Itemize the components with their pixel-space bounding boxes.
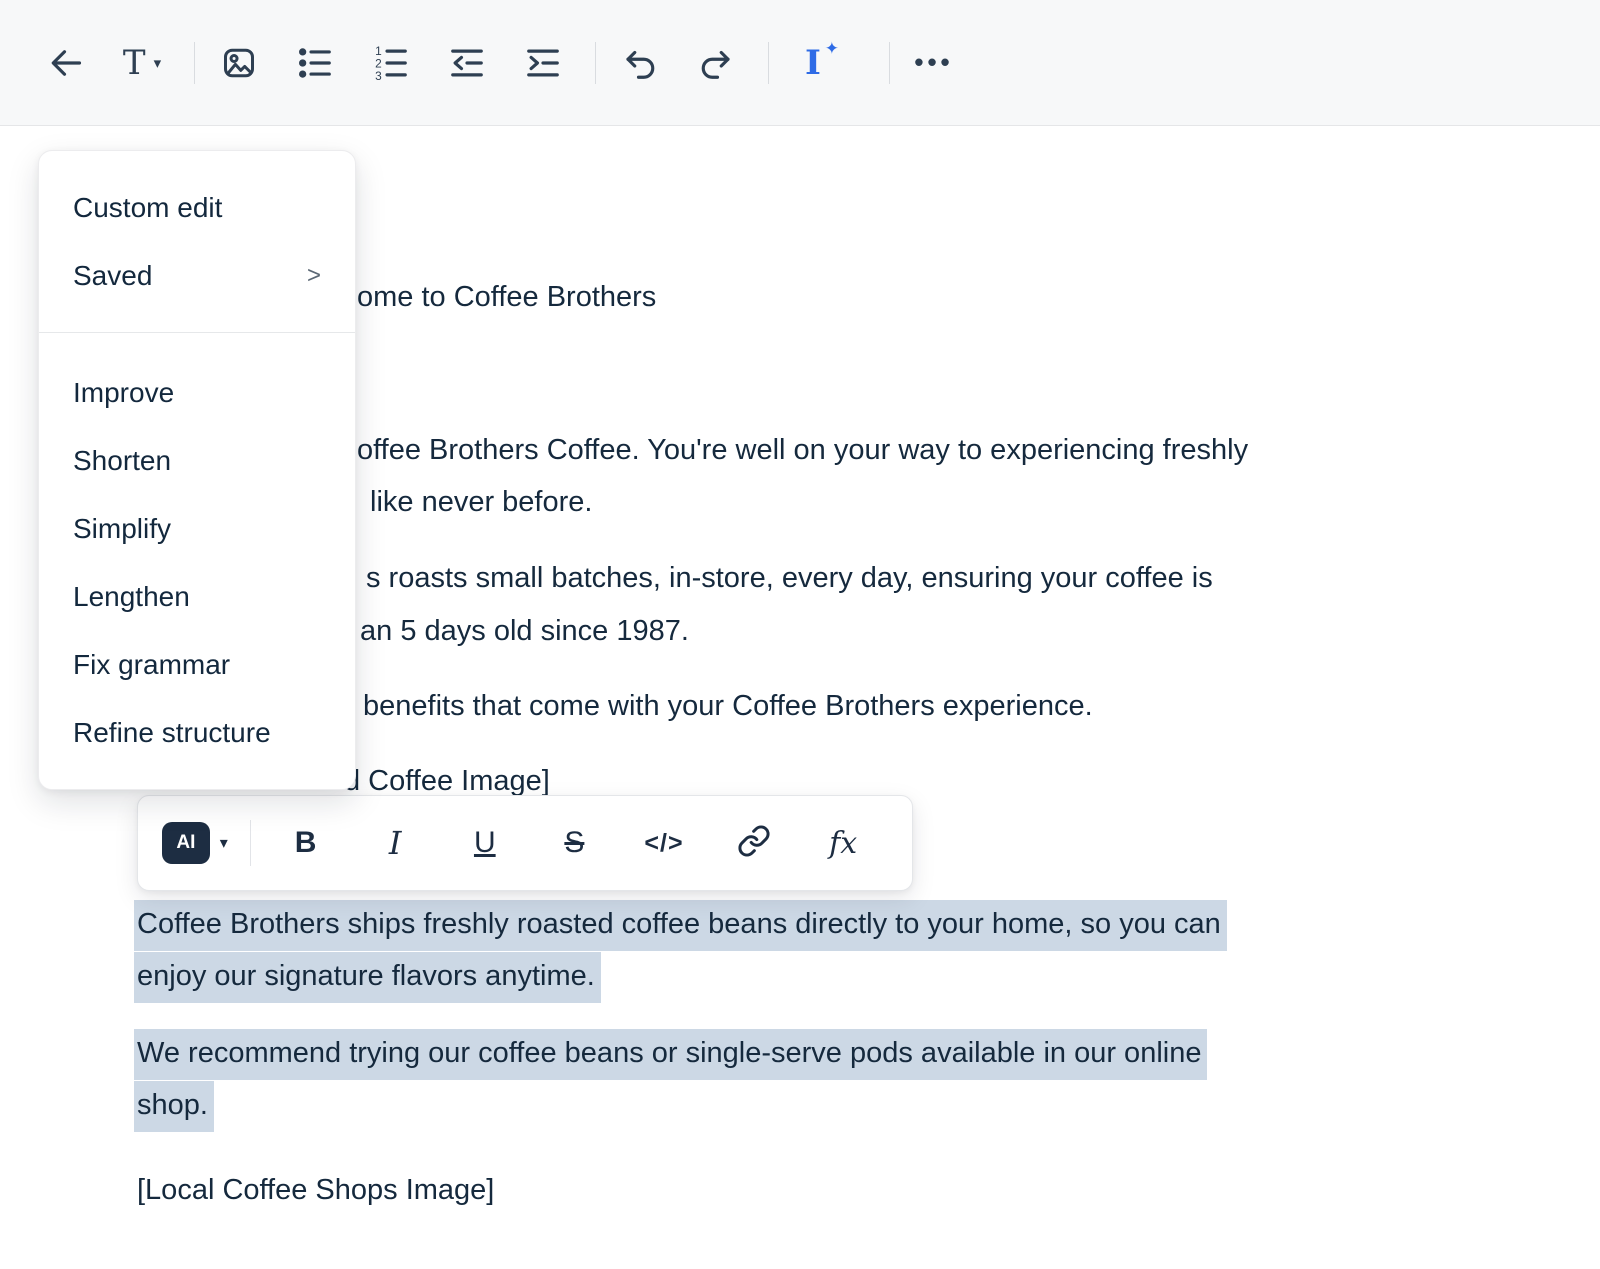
- selected-text-line: enjoy our signature flavors anytime.: [134, 956, 601, 996]
- doc-heading-fragment: ome to Coffee Brothers: [357, 277, 656, 317]
- selection-highlight: shop.: [134, 1081, 214, 1132]
- selected-text-line: shop.: [134, 1085, 214, 1125]
- text-style-button[interactable]: T ▾: [116, 33, 168, 93]
- image-icon: [221, 45, 257, 81]
- chevron-down-icon: ▾: [154, 54, 162, 72]
- formula-button[interactable]: fx: [798, 813, 888, 873]
- menu-item-refine-structure[interactable]: Refine structure: [39, 699, 355, 767]
- ai-menu-button[interactable]: AI: [162, 822, 210, 864]
- format-divider: [250, 820, 251, 866]
- menu-item-shorten[interactable]: Shorten: [39, 427, 355, 495]
- redo-icon: [698, 45, 734, 81]
- numbered-list-button[interactable]: 1 2 3: [365, 33, 417, 93]
- ai-compose-icon: I✦: [805, 43, 821, 83]
- italic-button[interactable]: I: [350, 813, 440, 873]
- chevron-down-icon[interactable]: ▾: [220, 833, 228, 853]
- ellipsis-icon: •••: [914, 47, 953, 78]
- menu-item-simplify[interactable]: Simplify: [39, 495, 355, 563]
- outdent-button[interactable]: [441, 33, 493, 93]
- strikethrough-button[interactable]: S: [530, 813, 620, 873]
- top-toolbar: T ▾ 1: [0, 0, 1600, 126]
- doc-line-fragment: benefits that come with your Coffee Brot…: [363, 686, 1093, 726]
- toolbar-divider: [889, 42, 890, 84]
- underline-button[interactable]: U: [440, 813, 530, 873]
- more-options-button[interactable]: •••: [908, 33, 960, 93]
- format-toolbar: AI ▾ B I U S </> fx: [137, 795, 913, 891]
- doc-line-fragment: s roasts small batches, in-store, every …: [366, 558, 1213, 598]
- back-arrow-icon: [48, 45, 84, 81]
- menu-item-improve[interactable]: Improve: [39, 359, 355, 427]
- selected-text-line: We recommend trying our coffee beans or …: [134, 1033, 1207, 1073]
- ai-label: AI: [176, 832, 195, 854]
- selection-highlight: We recommend trying our coffee beans or …: [134, 1029, 1207, 1080]
- indent-icon: [524, 44, 562, 82]
- text-style-icon: T: [123, 46, 146, 80]
- toolbar-divider: [768, 42, 769, 84]
- bullet-list-button[interactable]: [289, 33, 341, 93]
- doc-image-caption: [Local Coffee Shops Image]: [137, 1170, 494, 1210]
- selected-text-line: Coffee Brothers ships freshly roasted co…: [134, 904, 1227, 944]
- back-button[interactable]: [40, 33, 92, 93]
- link-button[interactable]: [709, 813, 799, 873]
- submenu-chevron-icon: >: [307, 262, 321, 290]
- toolbar-divider: [194, 42, 195, 84]
- editor-screen: T ▾ 1: [0, 0, 1600, 1269]
- undo-icon: [622, 45, 658, 81]
- numbered-list-icon: 1 2 3: [372, 44, 410, 82]
- ai-compose-button[interactable]: I✦: [787, 33, 839, 93]
- selection-highlight: Coffee Brothers ships freshly roasted co…: [134, 900, 1227, 951]
- menu-item-saved[interactable]: Saved >: [39, 242, 355, 310]
- bullet-list-icon: [296, 44, 334, 82]
- link-icon: [737, 824, 771, 863]
- insert-image-button[interactable]: [213, 33, 265, 93]
- menu-item-lengthen[interactable]: Lengthen: [39, 563, 355, 631]
- redo-button[interactable]: [690, 33, 742, 93]
- menu-divider: [39, 332, 355, 333]
- outdent-icon: [448, 44, 486, 82]
- ai-dropdown-menu: Custom edit Saved > Improve Shorten Simp…: [38, 150, 356, 790]
- toolbar-divider: [595, 42, 596, 84]
- undo-button[interactable]: [614, 33, 666, 93]
- selection-highlight: enjoy our signature flavors anytime.: [134, 952, 601, 1003]
- menu-item-custom-edit[interactable]: Custom edit: [39, 174, 355, 242]
- indent-button[interactable]: [517, 33, 569, 93]
- menu-item-fix-grammar[interactable]: Fix grammar: [39, 631, 355, 699]
- svg-text:3: 3: [375, 68, 382, 81]
- doc-line-fragment: offee Brothers Coffee. You're well on yo…: [357, 430, 1248, 470]
- doc-line-fragment: like never before.: [370, 482, 592, 522]
- doc-line-fragment: an 5 days old since 1987.: [360, 611, 689, 651]
- code-button[interactable]: </>: [619, 813, 709, 873]
- bold-button[interactable]: B: [261, 813, 351, 873]
